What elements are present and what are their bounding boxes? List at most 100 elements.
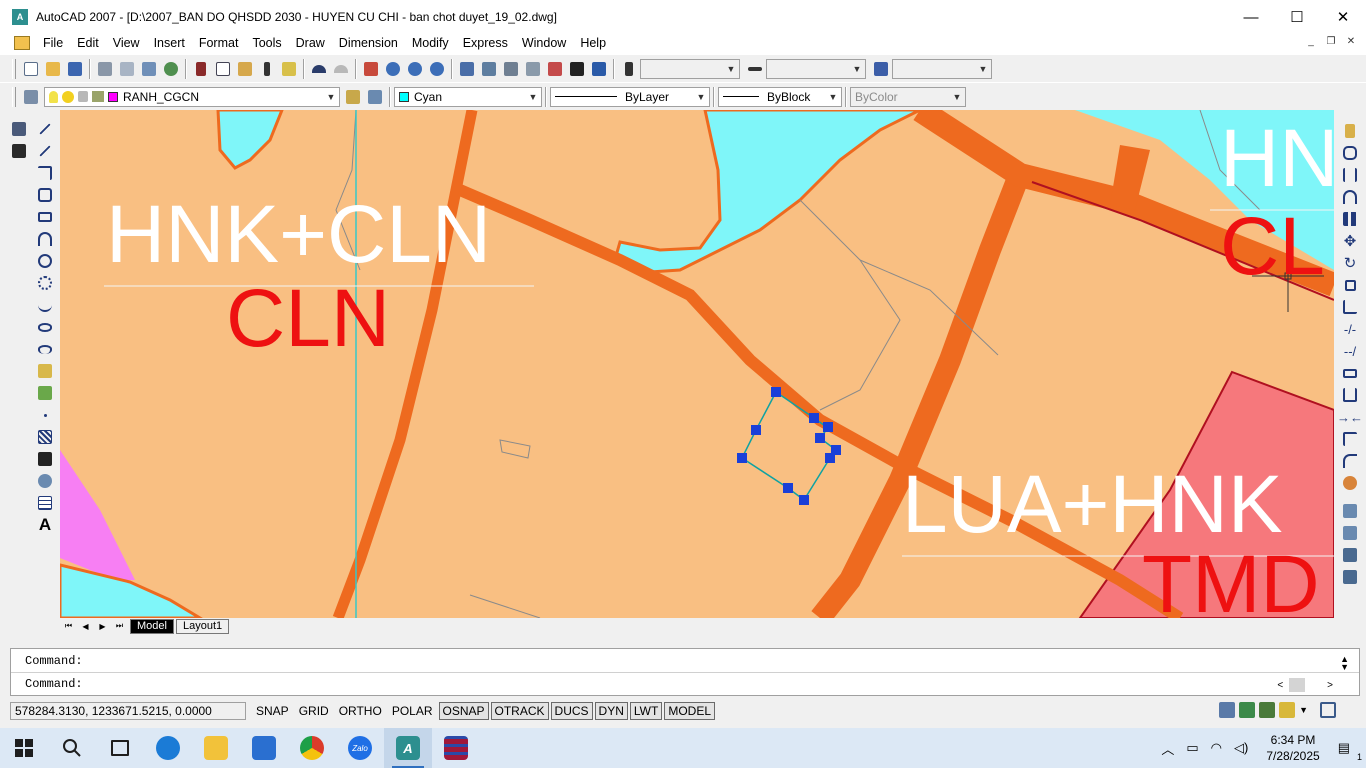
communication-center-icon[interactable] bbox=[1219, 702, 1236, 718]
layer-dropdown[interactable]: RANH_CGCN ▼ bbox=[44, 86, 340, 107]
grip-points[interactable] bbox=[737, 387, 841, 505]
ortho-toggle[interactable]: ORTHO bbox=[335, 702, 386, 720]
revision-cloud-icon[interactable] bbox=[34, 272, 56, 294]
model-toggle[interactable]: MODEL bbox=[664, 702, 716, 720]
notification-icon[interactable] bbox=[1279, 702, 1296, 718]
join-icon[interactable]: →← bbox=[1337, 406, 1363, 428]
prev-tab-button[interactable]: ◀ bbox=[77, 619, 94, 633]
redo-icon[interactable] bbox=[330, 58, 352, 80]
menu-modify[interactable]: Modify bbox=[405, 36, 456, 50]
menu-express[interactable]: Express bbox=[456, 36, 515, 50]
status-menu-chevron-down-icon[interactable]: ▼ bbox=[1299, 702, 1308, 718]
trim-icon[interactable]: -/- bbox=[1339, 318, 1361, 340]
taskbar-store[interactable] bbox=[240, 728, 288, 768]
plotstyle-dropdown[interactable]: ByColor ▼ bbox=[850, 86, 966, 107]
match-properties-icon[interactable] bbox=[256, 58, 278, 80]
scale-icon[interactable] bbox=[1339, 274, 1361, 296]
color-dropdown[interactable]: Cyan ▼ bbox=[394, 86, 542, 107]
polygon-icon[interactable] bbox=[34, 184, 56, 206]
arc-icon[interactable] bbox=[34, 228, 56, 250]
layer-manager-icon[interactable] bbox=[20, 86, 42, 108]
toolbar-grip[interactable] bbox=[12, 58, 16, 79]
spline-icon[interactable] bbox=[34, 294, 56, 316]
calculator-icon[interactable] bbox=[566, 58, 588, 80]
block-editor-icon[interactable] bbox=[278, 58, 300, 80]
doc-close-button[interactable]: ✕ bbox=[1344, 35, 1358, 49]
tab-model[interactable]: Model bbox=[130, 618, 174, 634]
save-icon[interactable] bbox=[64, 58, 86, 80]
taskbar-chrome[interactable] bbox=[288, 728, 336, 768]
rotate-icon[interactable]: ↻ bbox=[1339, 252, 1361, 274]
taskbar-file-explorer[interactable] bbox=[192, 728, 240, 768]
open-file-icon[interactable] bbox=[42, 58, 64, 80]
scroll-thumb[interactable] bbox=[1289, 678, 1306, 692]
chamfer-icon[interactable] bbox=[1339, 428, 1361, 450]
polar-toggle[interactable]: POLAR bbox=[388, 702, 437, 720]
lineweight-dropdown[interactable]: ByBlock ▼ bbox=[718, 86, 842, 107]
start-button[interactable] bbox=[0, 728, 48, 768]
volume-icon[interactable]: ◁) bbox=[1228, 740, 1254, 756]
break-at-point-icon[interactable] bbox=[1339, 362, 1361, 384]
extend-icon[interactable]: --/ bbox=[1339, 340, 1361, 362]
clock[interactable]: 6:34 PM 7/28/2025 bbox=[1254, 732, 1331, 764]
linetype-dropdown[interactable]: ByLayer ▼ bbox=[550, 86, 710, 107]
copy-object-icon[interactable] bbox=[1339, 142, 1361, 164]
hatch-icon[interactable] bbox=[34, 426, 56, 448]
menu-tools[interactable]: Tools bbox=[245, 36, 288, 50]
toolbar-grip[interactable] bbox=[12, 86, 16, 107]
doc-restore-button[interactable]: ❐ bbox=[1324, 35, 1338, 49]
gradient-icon[interactable] bbox=[34, 448, 56, 470]
insert-block-icon[interactable] bbox=[34, 360, 56, 382]
properties-icon[interactable] bbox=[456, 58, 478, 80]
undo-icon[interactable] bbox=[308, 58, 330, 80]
battery-icon[interactable]: ▭ bbox=[1180, 740, 1204, 756]
array-icon[interactable] bbox=[1339, 208, 1361, 230]
osnap-toggle[interactable]: OSNAP bbox=[438, 702, 489, 720]
menu-dimension[interactable]: Dimension bbox=[332, 36, 405, 50]
tool-palettes-icon[interactable] bbox=[500, 58, 522, 80]
text-style-dropdown[interactable]: ▼ bbox=[640, 58, 740, 79]
plot-icon[interactable] bbox=[94, 58, 116, 80]
command-vertical-scrollbar[interactable]: ▲ ▼ bbox=[1340, 655, 1349, 672]
bring-above-icon[interactable] bbox=[1339, 544, 1361, 566]
table-style-icon[interactable] bbox=[870, 58, 892, 80]
taskbar-winrar[interactable] bbox=[432, 728, 480, 768]
make-block-icon[interactable] bbox=[34, 382, 56, 404]
scroll-down-icon[interactable]: ▼ bbox=[1340, 663, 1349, 672]
grid-toggle[interactable]: GRID bbox=[295, 702, 333, 720]
sheet-set-icon[interactable] bbox=[522, 58, 544, 80]
notification-center-icon[interactable]: ▤ 1 bbox=[1332, 740, 1366, 762]
menu-window[interactable]: Window bbox=[515, 36, 573, 50]
tab-layout1[interactable]: Layout1 bbox=[175, 618, 230, 634]
ellipse-arc-icon[interactable] bbox=[34, 338, 56, 360]
text-style-icon[interactable] bbox=[618, 58, 640, 80]
line-icon[interactable] bbox=[34, 118, 56, 140]
task-view-button[interactable] bbox=[96, 728, 144, 768]
break-icon[interactable] bbox=[1339, 384, 1361, 406]
snap-toggle[interactable]: SNAP bbox=[252, 702, 293, 720]
circle-icon[interactable] bbox=[34, 250, 56, 272]
menu-edit[interactable]: Edit bbox=[70, 36, 106, 50]
ducs-toggle[interactable]: DUCS bbox=[550, 702, 593, 720]
zoom-window-icon[interactable] bbox=[404, 58, 426, 80]
lwt-toggle[interactable]: LWT bbox=[629, 702, 663, 720]
explode-icon[interactable] bbox=[1339, 472, 1361, 494]
object-snap-settings-icon[interactable] bbox=[8, 118, 30, 140]
move-icon[interactable]: ✥ bbox=[1339, 230, 1361, 252]
search-button[interactable] bbox=[48, 728, 96, 768]
publish-icon[interactable] bbox=[138, 58, 160, 80]
mirror-icon[interactable] bbox=[1339, 164, 1361, 186]
polyline-icon[interactable] bbox=[34, 162, 56, 184]
rectangle-icon[interactable] bbox=[34, 206, 56, 228]
maximize-button[interactable]: ☐ bbox=[1274, 0, 1320, 34]
fillet-icon[interactable] bbox=[1339, 450, 1361, 472]
zoom-previous-icon[interactable] bbox=[426, 58, 448, 80]
lock-toolbar-icon[interactable] bbox=[1239, 702, 1256, 718]
coordinate-readout[interactable]: 578284.3130, 1233671.5215, 0.0000 bbox=[10, 702, 246, 720]
design-center-icon[interactable] bbox=[478, 58, 500, 80]
menu-file[interactable]: File bbox=[36, 36, 70, 50]
send-under-icon[interactable] bbox=[1339, 566, 1361, 588]
menu-insert[interactable]: Insert bbox=[147, 36, 192, 50]
draw-order-front-icon[interactable] bbox=[1339, 500, 1361, 522]
menu-help[interactable]: Help bbox=[573, 36, 613, 50]
